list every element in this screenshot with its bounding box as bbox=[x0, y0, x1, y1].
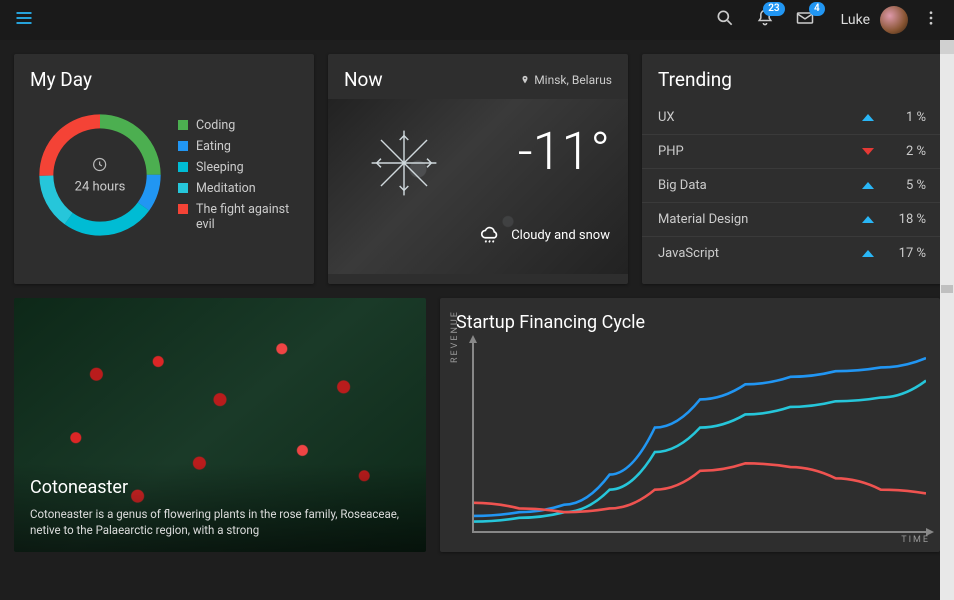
arrow-up-icon bbox=[862, 114, 874, 121]
myday-donut: 24 hours bbox=[30, 105, 170, 245]
trending-item[interactable]: Material Design 18 % bbox=[642, 202, 942, 236]
donut-center-label: 24 hours bbox=[75, 156, 126, 195]
trending-name: Material Design bbox=[658, 212, 862, 227]
topbar: 23 4 Luke bbox=[0, 0, 954, 40]
trending-item[interactable]: PHP 2 % bbox=[642, 134, 942, 168]
myday-card: My Day 24 hours Coding Eating Sleeping Medi… bbox=[14, 54, 314, 284]
trending-pct: 18 % bbox=[888, 212, 926, 227]
trending-pct: 2 % bbox=[888, 144, 926, 159]
myday-title: My Day bbox=[14, 54, 314, 101]
trending-pct: 5 % bbox=[888, 178, 926, 193]
trending-title: Trending bbox=[642, 54, 942, 101]
arrow-up-icon bbox=[862, 216, 874, 223]
trending-name: JavaScript bbox=[658, 246, 862, 261]
username[interactable]: Luke bbox=[841, 12, 870, 28]
weather-condition: Cloudy and snow bbox=[479, 224, 610, 246]
weather-title: Now bbox=[344, 68, 383, 91]
plant-title: Cotoneaster bbox=[30, 477, 410, 498]
legend-item: Eating bbox=[178, 139, 298, 154]
trending-name: PHP bbox=[658, 144, 862, 159]
trending-pct: 1 % bbox=[888, 110, 926, 125]
menu-icon[interactable] bbox=[14, 8, 34, 32]
messages-badge: 4 bbox=[809, 2, 825, 16]
search-icon[interactable] bbox=[715, 8, 735, 32]
trending-card: Trending UX 1 % PHP 2 % Big Data 5 % Material … bbox=[642, 54, 942, 284]
legend-label: Eating bbox=[196, 139, 231, 154]
snowflake-icon bbox=[368, 127, 440, 203]
legend-swatch bbox=[178, 141, 188, 151]
legend-item: Coding bbox=[178, 118, 298, 133]
legend-label: The fight against evil bbox=[196, 202, 298, 232]
weather-location: Minsk, Belarus bbox=[520, 68, 612, 91]
legend-item: Sleeping bbox=[178, 160, 298, 175]
trending-name: UX bbox=[658, 110, 862, 125]
plant-card: Cotoneaster Cotoneaster is a genus of fl… bbox=[14, 298, 426, 552]
weather-card: Now Minsk, Belarus -11° Cloudy and snow bbox=[328, 54, 628, 284]
legend-swatch bbox=[178, 162, 188, 172]
chart-area: REVENUE TIME bbox=[472, 343, 926, 533]
legend-item: Meditation bbox=[178, 181, 298, 196]
legend-swatch bbox=[178, 204, 188, 214]
trending-pct: 17 % bbox=[888, 246, 926, 261]
legend-label: Sleeping bbox=[196, 160, 244, 175]
notifications-badge: 23 bbox=[763, 2, 784, 16]
trending-list: UX 1 % PHP 2 % Big Data 5 % Material Design 18 … bbox=[642, 101, 942, 276]
chart-ylabel: REVENUE bbox=[450, 310, 460, 363]
cloud-icon bbox=[479, 224, 501, 246]
trending-item[interactable]: Big Data 5 % bbox=[642, 168, 942, 202]
avatar[interactable] bbox=[880, 6, 908, 34]
clock-icon bbox=[91, 156, 109, 174]
myday-legend: Coding Eating Sleeping Meditation The fight … bbox=[178, 112, 298, 238]
more-icon[interactable] bbox=[922, 9, 940, 31]
plant-description: Cotoneaster is a genus of flowering plan… bbox=[30, 506, 410, 538]
arrow-up-icon bbox=[862, 182, 874, 189]
legend-item: The fight against evil bbox=[178, 202, 298, 232]
trending-name: Big Data bbox=[658, 178, 862, 193]
arrow-up-icon bbox=[862, 250, 874, 257]
pin-icon bbox=[520, 75, 530, 85]
messages-icon[interactable]: 4 bbox=[795, 8, 815, 32]
trending-item[interactable]: UX 1 % bbox=[642, 101, 942, 134]
chart-xlabel: TIME bbox=[901, 535, 930, 545]
legend-label: Coding bbox=[196, 118, 235, 133]
trending-item[interactable]: JavaScript 17 % bbox=[642, 236, 942, 270]
arrow-down-icon bbox=[862, 148, 874, 155]
weather-temperature: -11° bbox=[518, 121, 610, 182]
legend-swatch bbox=[178, 183, 188, 193]
chart-card: Startup Financing Cycle REVENUE TIME bbox=[440, 298, 940, 552]
scrollbar[interactable] bbox=[940, 40, 954, 600]
notifications-icon[interactable]: 23 bbox=[755, 8, 775, 32]
legend-label: Meditation bbox=[196, 181, 256, 196]
legend-swatch bbox=[178, 120, 188, 130]
chart-title: Startup Financing Cycle bbox=[440, 298, 940, 343]
